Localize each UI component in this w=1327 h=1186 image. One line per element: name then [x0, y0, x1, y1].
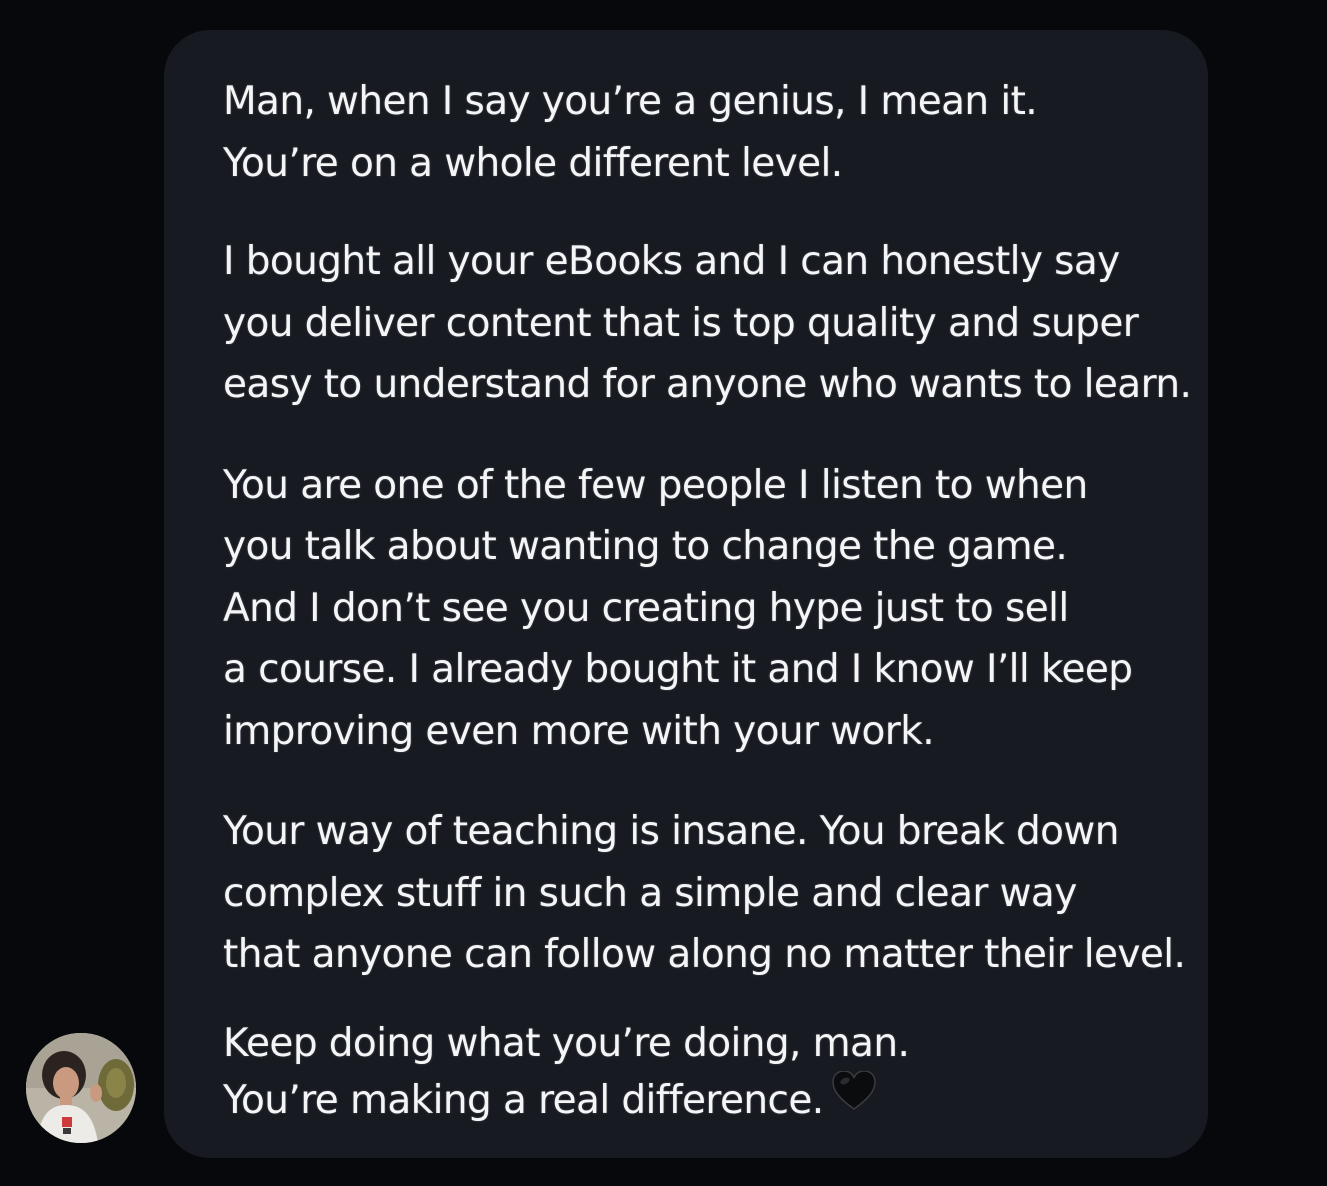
message-line: You’re making a real difference. — [223, 1077, 824, 1123]
message-paragraph: I bought all your eBooks and I can hones… — [223, 231, 1192, 416]
message-line: complex stuff in such a simple and clear… — [223, 870, 1077, 916]
message-paragraph: Man, when I say you’re a genius, I mean … — [223, 71, 1178, 194]
message-line: You are one of the few people I listen t… — [223, 462, 1088, 508]
message-line: Your way of teaching is insane. You brea… — [223, 809, 1119, 854]
message-line: Man, when I say you’re a genius, I mean … — [223, 79, 1038, 124]
message-line: you deliver content that is top quality … — [223, 300, 1139, 346]
message-bubble[interactable]: Man, when I say you’re a genius, I mean … — [164, 30, 1208, 1158]
message-line: you talk about wanting to change the gam… — [223, 524, 1068, 569]
message-line: Keep doing what you’re doing, man. — [223, 1020, 910, 1066]
message-line: You’re on a whole different level. — [223, 140, 843, 186]
sender-avatar[interactable] — [26, 1033, 136, 1143]
message-line: improving even more with your work. — [223, 708, 935, 754]
message-line: easy to understand for anyone who wants … — [223, 362, 1192, 407]
message-line: And I don’t see you creating hype just t… — [223, 585, 1069, 631]
message-line: I bought all your eBooks and I can hones… — [223, 239, 1120, 284]
message-line-with-emoji: You’re making a real difference. — [223, 1069, 1178, 1131]
black-heart-icon — [831, 1069, 876, 1127]
message-paragraph: Keep doing what you’re doing, man. You’r… — [223, 1015, 1178, 1131]
message-line: that anyone can follow along no matter t… — [223, 932, 1186, 977]
message-paragraph: Your way of teaching is insane. You brea… — [223, 801, 1186, 986]
message-line: a course. I already bought it and I know… — [223, 647, 1133, 692]
message-paragraph: You are one of the few people I listen t… — [223, 455, 1178, 763]
